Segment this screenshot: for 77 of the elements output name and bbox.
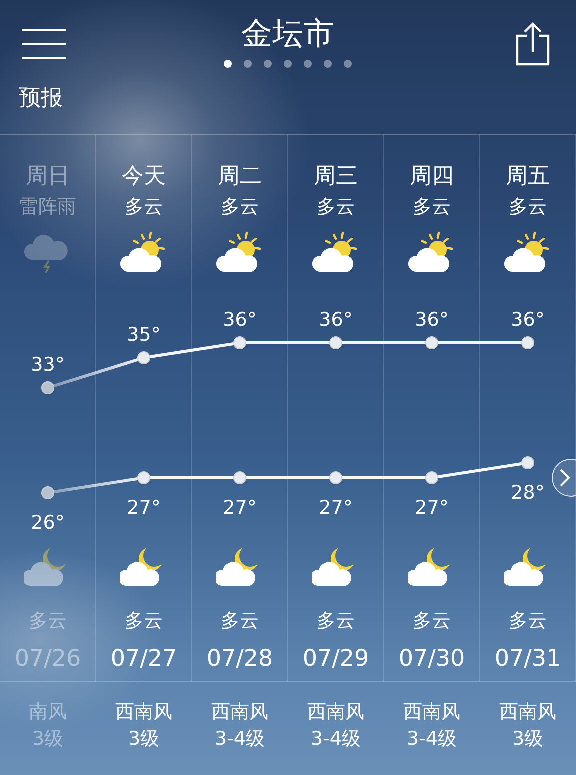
page-dot[interactable] [304, 60, 312, 68]
day-condition: 多云 [317, 195, 355, 220]
temperature-label: 36° [511, 309, 545, 331]
day-name: 周日 [26, 163, 70, 191]
temperature-point [138, 352, 150, 364]
wind-level: 3-4级 [214, 727, 266, 752]
night-condition: 多云 [125, 609, 163, 634]
day-condition: 多云 [125, 195, 163, 220]
wind-direction: 西南风 [212, 700, 268, 725]
page-dot[interactable] [344, 60, 352, 68]
date-label: 07/27 [110, 645, 178, 674]
partly-cloudy-icon [216, 230, 264, 274]
temperature-label: 33° [31, 354, 65, 376]
day-name: 周五 [506, 163, 550, 191]
date-label: 07/26 [14, 645, 82, 674]
wind-direction: 西南风 [116, 700, 172, 725]
temperature-label: 27° [127, 497, 161, 519]
partly-cloudy-icon [504, 230, 552, 274]
night-condition: 多云 [509, 609, 547, 634]
section-label: 预报 [19, 85, 63, 113]
page-dot[interactable] [264, 60, 272, 68]
temperature-point [138, 472, 150, 484]
night-condition: 多云 [317, 609, 355, 634]
day-condition: 多云 [509, 195, 547, 220]
date-label: 07/29 [302, 645, 370, 674]
page-dot[interactable] [324, 60, 332, 68]
wind-direction: 西南风 [404, 700, 460, 725]
wind-level: 3级 [32, 727, 64, 752]
wind-level: 3级 [512, 727, 544, 752]
temperature-point [234, 472, 246, 484]
partly-cloudy-icon [312, 230, 360, 274]
city-title: 金坛市 [242, 15, 334, 54]
temperature-point [42, 486, 54, 500]
temperature-point [42, 382, 54, 394]
temperature-point [330, 336, 342, 350]
menu-icon[interactable] [22, 28, 66, 60]
temperature-point [522, 456, 534, 470]
wind-level: 3-4级 [310, 727, 362, 752]
day-condition: 雷阵雨 [20, 195, 76, 220]
temperature-point [234, 336, 246, 350]
chevron-right-icon [559, 468, 571, 488]
share-icon[interactable] [516, 22, 550, 66]
wind-level: 3-4级 [406, 727, 458, 752]
wind-level: 3级 [128, 727, 160, 752]
date-label: 07/30 [398, 645, 466, 674]
page-dot[interactable] [224, 60, 232, 68]
temperature-label: 26° [31, 512, 65, 534]
night-condition: 多云 [413, 609, 451, 634]
date-label: 07/31 [494, 645, 562, 674]
partly-cloudy-icon [120, 230, 168, 274]
temperature-label: 28° [511, 482, 545, 504]
temperature-label: 36° [223, 309, 257, 331]
temperature-point [426, 472, 438, 484]
page-dot[interactable] [284, 60, 292, 68]
temperature-label: 27° [319, 497, 353, 519]
temperature-point [330, 472, 342, 484]
partly-cloudy-icon [408, 230, 456, 274]
night-condition: 多云 [29, 609, 67, 634]
day-condition: 多云 [413, 195, 451, 220]
temperature-label: 36° [319, 309, 353, 331]
temperature-label: 36° [415, 309, 449, 331]
day-name: 周二 [218, 163, 262, 191]
temperature-point [426, 336, 438, 350]
night-condition: 多云 [221, 609, 259, 634]
temperature-point [522, 336, 534, 350]
temperature-label: 27° [223, 497, 257, 519]
temperature-label: 27° [415, 497, 449, 519]
day-condition: 多云 [221, 195, 259, 220]
date-label: 07/28 [206, 645, 274, 674]
wind-direction: 西南风 [500, 700, 556, 725]
day-name: 周四 [410, 163, 454, 191]
day-name: 今天 [122, 163, 166, 191]
wind-direction: 西南风 [308, 700, 364, 725]
wind-direction: 南风 [29, 700, 67, 725]
day-name: 周三 [314, 163, 358, 191]
page-dot[interactable] [244, 60, 252, 68]
temperature-label: 35° [127, 324, 161, 346]
